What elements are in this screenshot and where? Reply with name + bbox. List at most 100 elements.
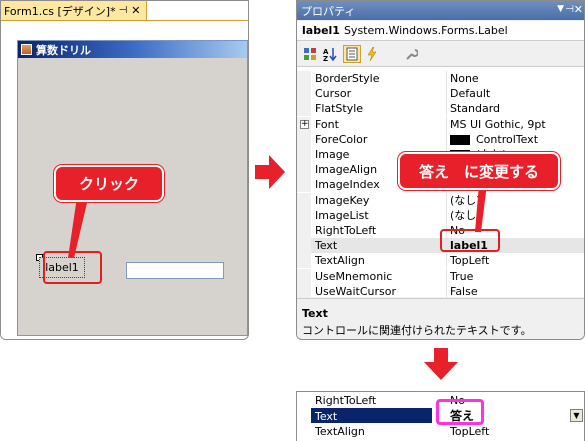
color-swatch — [450, 134, 470, 145]
property-name: Text — [315, 239, 338, 253]
property-name: Cursor — [315, 87, 352, 101]
property-name: Text — [315, 409, 338, 423]
change-callout-pointer — [475, 184, 487, 232]
properties-toolbar: AZ — [297, 42, 584, 67]
property-row[interactable]: ForeColor ControlText — [297, 131, 584, 147]
form-icon — [21, 44, 32, 55]
column-divider — [446, 207, 447, 223]
column-divider — [446, 71, 447, 86]
property-row[interactable]: + Font MS UI Gothic, 9pt — [297, 116, 584, 132]
row-gutter — [297, 192, 311, 208]
property-value-text: False — [450, 284, 478, 298]
click-callout: クリック — [54, 165, 164, 202]
property-value[interactable]: False — [450, 284, 584, 299]
result-property-row[interactable]: TextAlign TopLeft — [297, 424, 584, 439]
row-gutter — [297, 147, 311, 162]
svg-text:Z: Z — [323, 55, 328, 61]
object-type: System.Windows.Forms.Label — [343, 24, 508, 37]
property-value[interactable]: ControlText — [450, 132, 584, 147]
row-gutter — [297, 71, 311, 86]
row-gutter — [297, 131, 311, 147]
row-gutter — [297, 86, 311, 102]
down-arrow-icon — [424, 348, 458, 380]
property-row[interactable]: FlatStyle Standard — [297, 101, 584, 117]
textbox-control[interactable] — [126, 262, 224, 279]
designer-tab-bar: Form1.cs [デザイン]* ⊣ ✕ — [1, 1, 248, 21]
property-value[interactable]: MS UI Gothic, 9pt — [450, 117, 584, 132]
change-callout: 答え に変更する — [398, 152, 560, 190]
property-name: Font — [315, 117, 339, 131]
row-gutter — [297, 283, 311, 299]
right-arrow-icon — [255, 155, 285, 189]
column-divider — [446, 268, 447, 284]
property-row[interactable]: ImageList (なし) — [297, 207, 584, 223]
property-name: BorderStyle — [315, 72, 380, 85]
description-text: コントロールに関連付けられたテキストです。 — [302, 324, 532, 337]
row-gutter — [297, 238, 311, 254]
property-name: ForeColor — [315, 132, 368, 146]
property-value[interactable]: TopLeft — [450, 253, 584, 268]
properties-icon[interactable] — [343, 45, 361, 63]
chevron-down-icon[interactable]: ▼ — [557, 4, 564, 14]
column-divider — [446, 253, 447, 269]
property-value-text: TopLeft — [450, 254, 490, 268]
property-name: ImageList — [315, 208, 369, 222]
properties-title: プロパティ — [301, 4, 356, 18]
property-name: TextAlign — [315, 425, 365, 438]
property-value[interactable]: Standard — [450, 101, 584, 116]
result-value-highlight-frame — [436, 399, 484, 425]
property-name: UseMnemonic — [315, 269, 393, 283]
row-gutter — [297, 177, 311, 193]
object-selector[interactable]: label1 System.Windows.Forms.Label — [297, 21, 584, 41]
property-value-text: True — [450, 269, 474, 283]
column-divider — [446, 116, 447, 132]
pin-icon[interactable]: ⊣ — [119, 5, 128, 16]
description-title: Text — [302, 307, 328, 320]
designer-tab-title: Form1.cs [デザイン]* — [4, 4, 116, 18]
wrench-icon[interactable] — [402, 45, 420, 63]
alphabetical-icon[interactable]: AZ — [321, 45, 339, 63]
property-value[interactable]: Default — [450, 86, 584, 101]
property-value-text: None — [450, 72, 479, 85]
property-name: FlatStyle — [315, 102, 364, 116]
column-divider — [446, 192, 447, 208]
property-row[interactable]: UseMnemonic True — [297, 268, 584, 284]
property-value-text: Standard — [450, 102, 501, 116]
property-row[interactable]: UseWaitCursor False — [297, 283, 584, 299]
close-icon[interactable]: ✕ — [131, 4, 140, 17]
form-titlebar: 算数ドリル — [18, 41, 247, 58]
row-gutter — [297, 268, 311, 284]
row-gutter — [297, 162, 311, 178]
property-value[interactable]: True — [450, 269, 584, 284]
chevron-down-icon[interactable]: ▼ — [570, 409, 583, 422]
property-name: RightToLeft — [315, 224, 377, 237]
property-value-text: MS UI Gothic, 9pt — [450, 117, 546, 131]
column-divider — [446, 101, 447, 117]
column-divider — [446, 283, 447, 299]
property-row[interactable]: ImageKey (なし) — [297, 192, 584, 208]
property-name: TextAlign — [315, 254, 365, 268]
expand-icon[interactable]: + — [300, 119, 309, 129]
object-name: label1 — [302, 24, 340, 37]
events-icon[interactable] — [363, 45, 381, 63]
close-icon[interactable]: ✕ — [574, 3, 583, 16]
property-row[interactable]: BorderStyle None — [297, 71, 584, 86]
property-name: UseWaitCursor — [315, 284, 396, 298]
property-name: RightToLeft — [315, 394, 377, 407]
row-gutter — [297, 207, 311, 223]
column-divider — [446, 131, 447, 147]
property-value-text: Default — [450, 87, 491, 101]
form-title: 算数ドリル — [36, 43, 91, 57]
properties-titlebar: プロパティ ▼ ⊣ ✕ — [297, 1, 584, 20]
row-gutter — [297, 253, 311, 269]
property-description: Text コントロールに関連付けられたテキストです。 — [297, 298, 584, 339]
categorized-icon[interactable] — [301, 45, 319, 63]
property-row[interactable]: TextAlign TopLeft — [297, 253, 584, 269]
pin-icon[interactable]: ⊣ — [565, 4, 574, 15]
column-divider — [446, 86, 447, 102]
property-value[interactable]: None — [450, 71, 584, 86]
property-row[interactable]: Cursor Default — [297, 86, 584, 102]
designer-tab[interactable]: Form1.cs [デザイン]* ⊣ ✕ — [1, 1, 147, 20]
property-value[interactable]: TopLeft — [450, 424, 584, 439]
row-gutter — [297, 223, 311, 238]
